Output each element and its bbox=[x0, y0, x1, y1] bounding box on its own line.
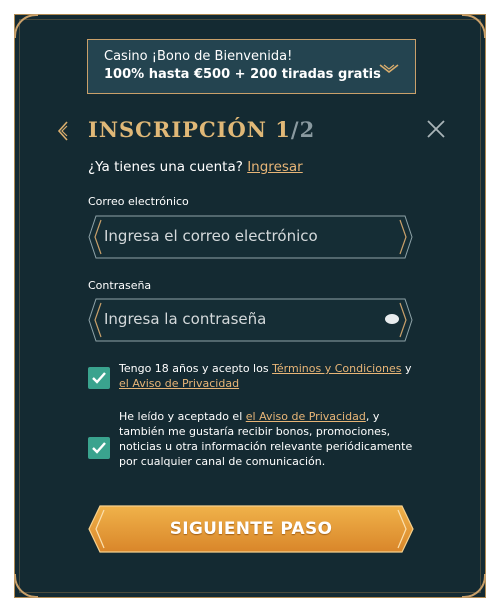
page-title: INSCRIPCIÓN 1/2 bbox=[88, 117, 315, 142]
login-prompt: ¿Ya tienes una cuenta? Ingresar bbox=[88, 159, 303, 175]
login-link[interactable]: Ingresar bbox=[247, 159, 303, 175]
marketing-text-before: He leído y aceptado el bbox=[119, 410, 246, 423]
password-field[interactable]: Ingresa la contraseña bbox=[88, 298, 413, 342]
checkmark-icon bbox=[92, 442, 106, 454]
corner-ornament bbox=[462, 14, 486, 38]
marketing-privacy-link[interactable]: el Aviso de Privacidad bbox=[246, 410, 366, 423]
password-placeholder: Ingresa la contraseña bbox=[104, 310, 267, 328]
chevron-down-icon bbox=[379, 60, 399, 79]
corner-ornament bbox=[14, 14, 38, 38]
terms-text-mid: y bbox=[401, 362, 412, 375]
login-prompt-text: ¿Ya tienes una cuenta? bbox=[88, 159, 248, 175]
email-field[interactable]: Ingresa el correo electrónico bbox=[88, 215, 413, 259]
title-text: INSCRIPCIÓN 1 bbox=[88, 117, 291, 142]
email-placeholder: Ingresa el correo electrónico bbox=[104, 227, 318, 245]
next-step-button[interactable]: SIGUIENTE PASO bbox=[88, 505, 414, 553]
close-icon[interactable] bbox=[426, 119, 446, 143]
welcome-bonus-selector[interactable]: Casino ¡Bono de Bienvenida! 100% hasta €… bbox=[87, 39, 416, 94]
terms-link[interactable]: Términos y Condiciones bbox=[272, 362, 401, 375]
bonus-offer: 100% hasta €500 + 200 tiradas gratis bbox=[104, 67, 381, 82]
checkmark-icon bbox=[92, 372, 106, 384]
email-label: Correo electrónico bbox=[88, 195, 189, 208]
eye-icon[interactable] bbox=[385, 314, 399, 324]
next-step-label: SIGUIENTE PASO bbox=[169, 519, 333, 539]
marketing-text: He leído y aceptado el el Aviso de Priva… bbox=[119, 409, 419, 469]
step-total: /2 bbox=[290, 117, 316, 142]
corner-ornament bbox=[462, 574, 486, 598]
privacy-link[interactable]: el Aviso de Privacidad bbox=[119, 377, 239, 390]
terms-checkbox[interactable] bbox=[88, 367, 110, 389]
corner-ornament bbox=[14, 574, 38, 598]
marketing-checkbox[interactable] bbox=[88, 437, 110, 459]
terms-text: Tengo 18 años y acepto los Términos y Co… bbox=[119, 361, 419, 391]
registration-modal: Casino ¡Bono de Bienvenida! 100% hasta €… bbox=[14, 14, 486, 598]
bonus-title: Casino ¡Bono de Bienvenida! bbox=[104, 49, 293, 64]
terms-text-before: Tengo 18 años y acepto los bbox=[119, 362, 273, 375]
password-label: Contraseña bbox=[88, 279, 152, 292]
chevron-left-icon[interactable] bbox=[57, 121, 69, 145]
